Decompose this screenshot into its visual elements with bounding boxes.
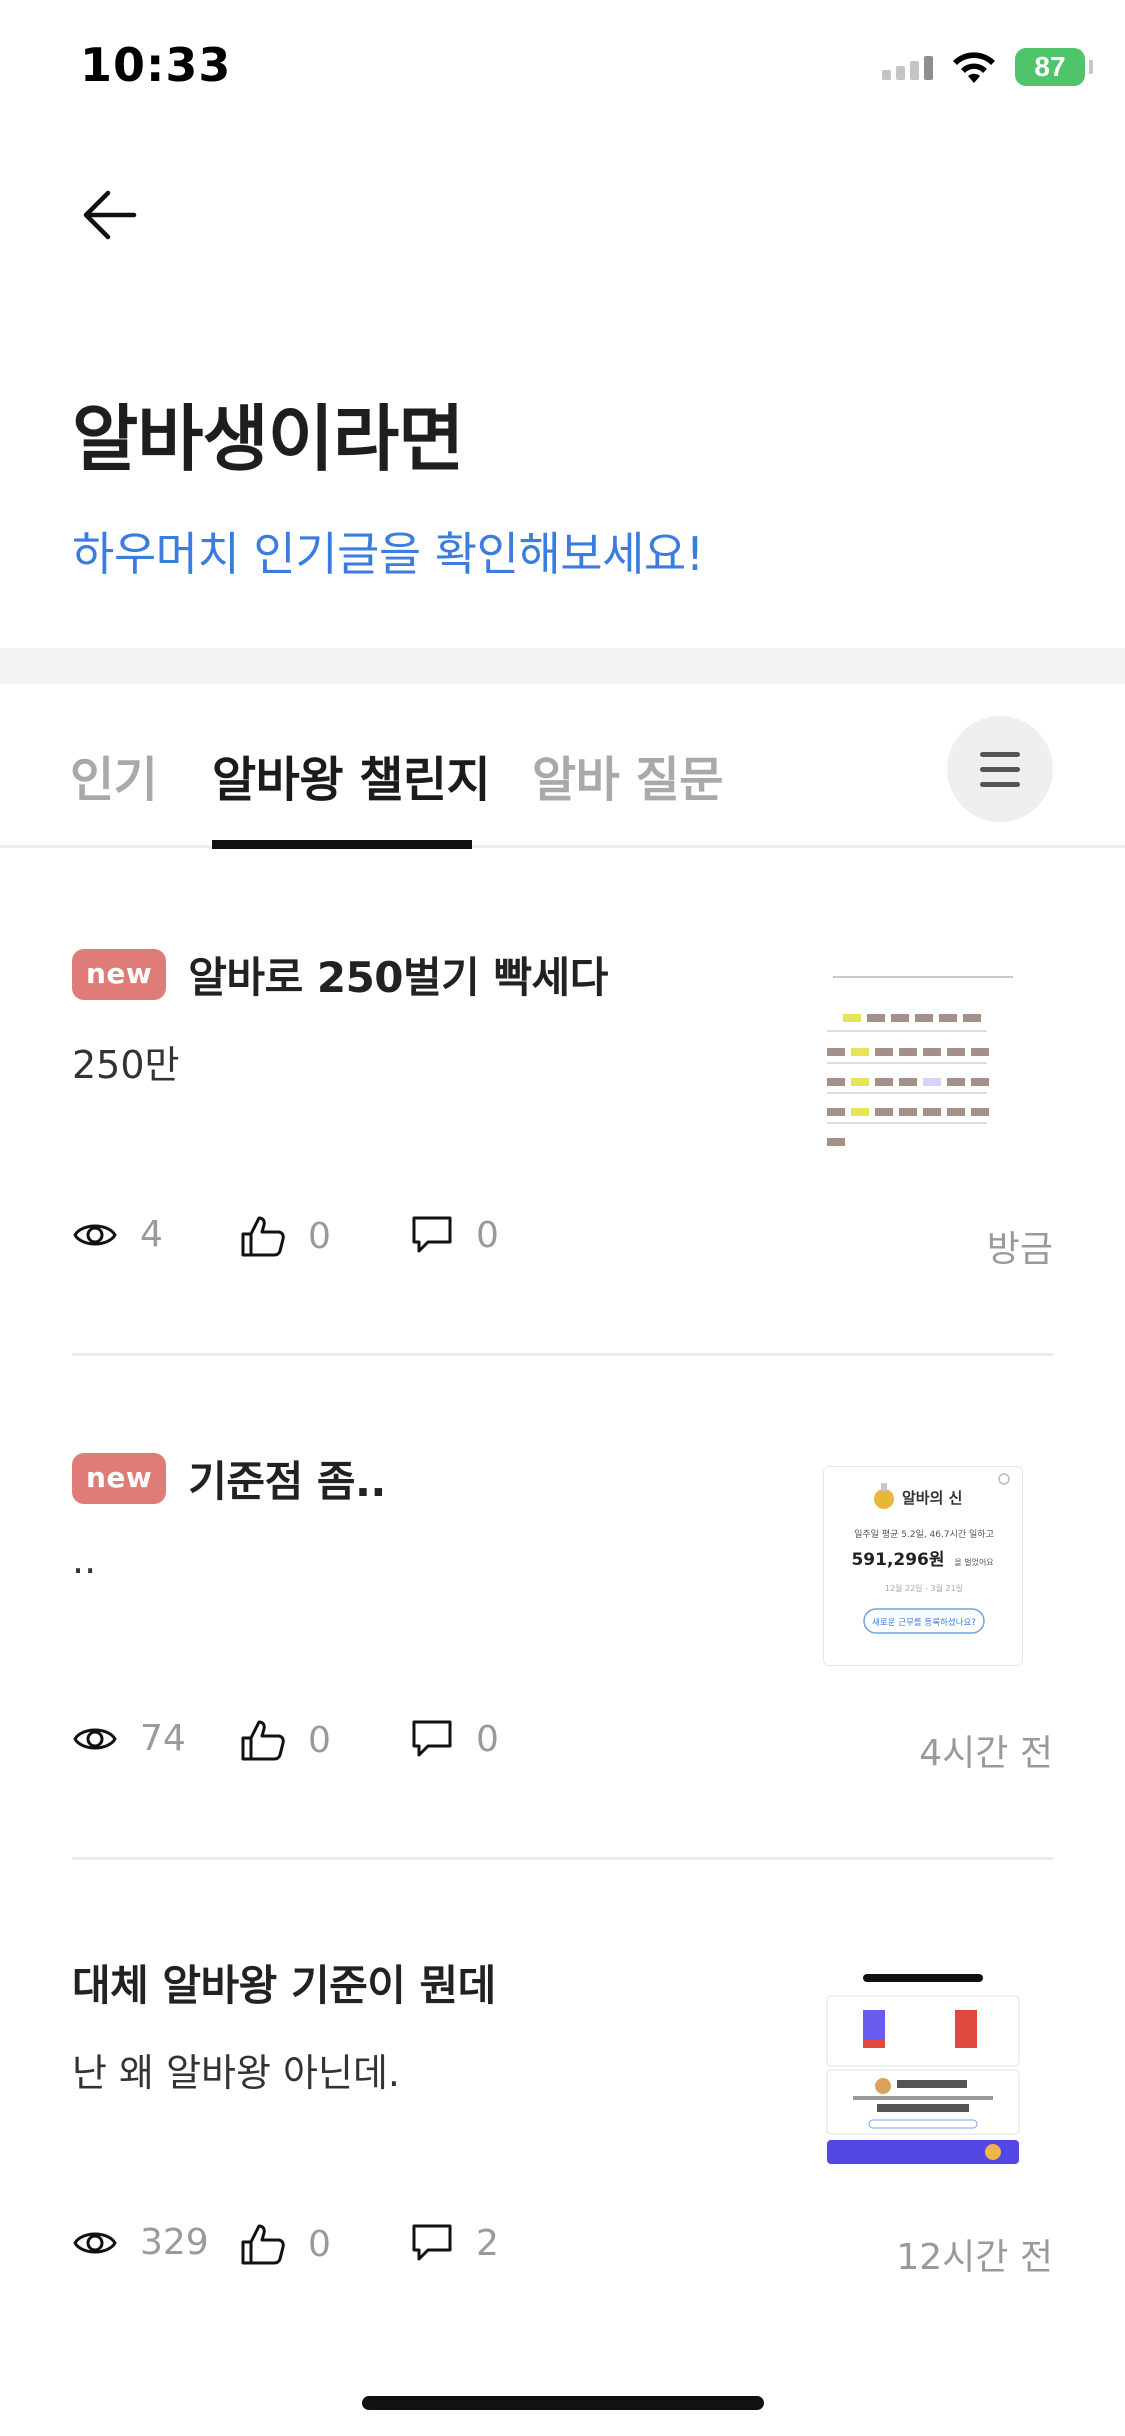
active-tab-indicator (212, 840, 472, 849)
thumbs-up-icon (241, 1720, 285, 1761)
status-time: 10:33 (80, 38, 232, 92)
albaui-sin-card-image: 알바의 신 일주일 평균 5.2일, 46.7시간 일하고 591,296원 을… (824, 1467, 1022, 1665)
post-title-row: 대체 알바왕 기준이 뭔데 (72, 1952, 496, 2013)
new-badge: new (72, 949, 167, 1000)
tab-albawang-challenge[interactable]: 알바왕 챌린지 (212, 740, 491, 810)
thumbs-up-icon (241, 2224, 285, 2265)
page-subtitle: 하우머치 인기글을 확인해보세요! (72, 527, 704, 581)
post-title: 기준점 좀.. (188, 1457, 386, 1506)
thumb-name: 알바의 신 (902, 1489, 962, 1507)
post-body: 250만 (72, 1043, 180, 1087)
tab-popular[interactable]: 인기 (70, 740, 158, 810)
comments-count: 0 (476, 1214, 499, 1256)
post-thumbnail[interactable] (823, 1970, 1023, 2170)
likes-count: 0 (308, 1719, 331, 1761)
views-stat: 74 (72, 1718, 186, 1759)
comment-icon (412, 1216, 452, 1253)
battery-level: 87 (1034, 51, 1066, 82)
views-count: 4 (140, 1214, 163, 1255)
eye-icon (73, 1224, 117, 1245)
eye-icon (73, 1728, 117, 1749)
views-count: 74 (140, 1718, 186, 1759)
post-thumbnail[interactable]: 알바의 신 일주일 평균 5.2일, 46.7시간 일하고 591,296원 을… (823, 1466, 1023, 1666)
thumb-range: 12월 22일 - 3월 21일 (885, 1583, 963, 1593)
thumb-button: 새로운 근무를 등록하셨나요? (872, 1617, 976, 1628)
new-badge: new (72, 1453, 167, 1504)
comment-icon (412, 2224, 452, 2261)
post-time: 12시간 전 (896, 2237, 1053, 2278)
thumbs-up-icon (241, 1216, 285, 1257)
comments-stat[interactable]: 2 (410, 2222, 499, 2264)
thumb-line1: 일주일 평균 5.2일, 46.7시간 일하고 (854, 1529, 994, 1540)
post-title-row: new 알바로 250벌기 빡세다 (72, 944, 608, 1005)
cellular-signal-icon (882, 54, 933, 80)
comments-count: 0 (476, 1718, 499, 1760)
post-time: 방금 (986, 1229, 1053, 1270)
likes-stat[interactable]: 0 (240, 1214, 331, 1258)
comments-stat[interactable]: 0 (410, 1214, 499, 1256)
likes-count: 0 (308, 1215, 331, 1257)
menu-button[interactable] (947, 716, 1053, 822)
post-stats: 4 0 0 방금 (72, 1214, 1053, 1274)
tab-bar: 인기 알바왕 챌린지 알바 질문 (0, 684, 1125, 849)
post-item[interactable]: 대체 알바왕 기준이 뭔데 난 왜 알바왕 아닌데. 329 0 2 12시간 … (72, 1860, 1053, 2364)
views-stat: 4 (72, 1214, 163, 1255)
post-item[interactable]: new 기준점 좀.. .. 알바의 신 일주일 평균 5.2일, 46.7시간… (72, 1356, 1053, 1860)
post-stats: 74 0 0 4시간 전 (72, 1718, 1053, 1778)
post-title: 대체 알바왕 기준이 뭔데 (72, 1961, 496, 2010)
post-time: 4시간 전 (919, 1733, 1053, 1774)
calendar-thumbnail-image (823, 962, 1023, 1162)
likes-stat[interactable]: 0 (240, 2222, 331, 2266)
thumb-amount: 591,296원 (851, 1550, 944, 1570)
hamburger-menu-icon (980, 751, 1020, 757)
comments-count: 2 (476, 2222, 499, 2264)
post-body: .. (72, 1538, 97, 1582)
post-stats: 329 0 2 12시간 전 (72, 2222, 1053, 2282)
views-stat: 329 (72, 2222, 209, 2263)
post-title-row: new 기준점 좀.. (72, 1448, 386, 1509)
section-divider (0, 648, 1125, 684)
eye-icon (73, 2232, 117, 2253)
back-button[interactable] (70, 180, 150, 250)
status-indicators: 87 (882, 48, 1093, 86)
app-stats-thumbnail-image (823, 1970, 1023, 2170)
post-body: 난 왜 알바왕 아닌데. (72, 2051, 400, 2095)
arrow-left-icon (83, 190, 137, 240)
post-title: 알바로 250벌기 빡세다 (188, 953, 608, 1002)
post-item[interactable]: new 알바로 250벌기 빡세다 250만 4 0 0 방금 (72, 852, 1053, 1356)
wifi-icon (953, 52, 995, 83)
views-count: 329 (140, 2222, 209, 2263)
likes-count: 0 (308, 2223, 331, 2265)
comments-stat[interactable]: 0 (410, 1718, 499, 1760)
battery-icon: 87 (1015, 48, 1093, 86)
thumb-amount-unit: 을 벌었어요 (954, 1557, 993, 1567)
page-title: 알바생이라면 (72, 397, 464, 481)
post-thumbnail[interactable] (823, 962, 1023, 1162)
tab-alba-question[interactable]: 알바 질문 (532, 740, 723, 810)
status-bar: 10:33 87 (0, 0, 1125, 140)
home-indicator[interactable] (362, 2396, 764, 2410)
comment-icon (412, 1720, 452, 1757)
likes-stat[interactable]: 0 (240, 1718, 331, 1762)
